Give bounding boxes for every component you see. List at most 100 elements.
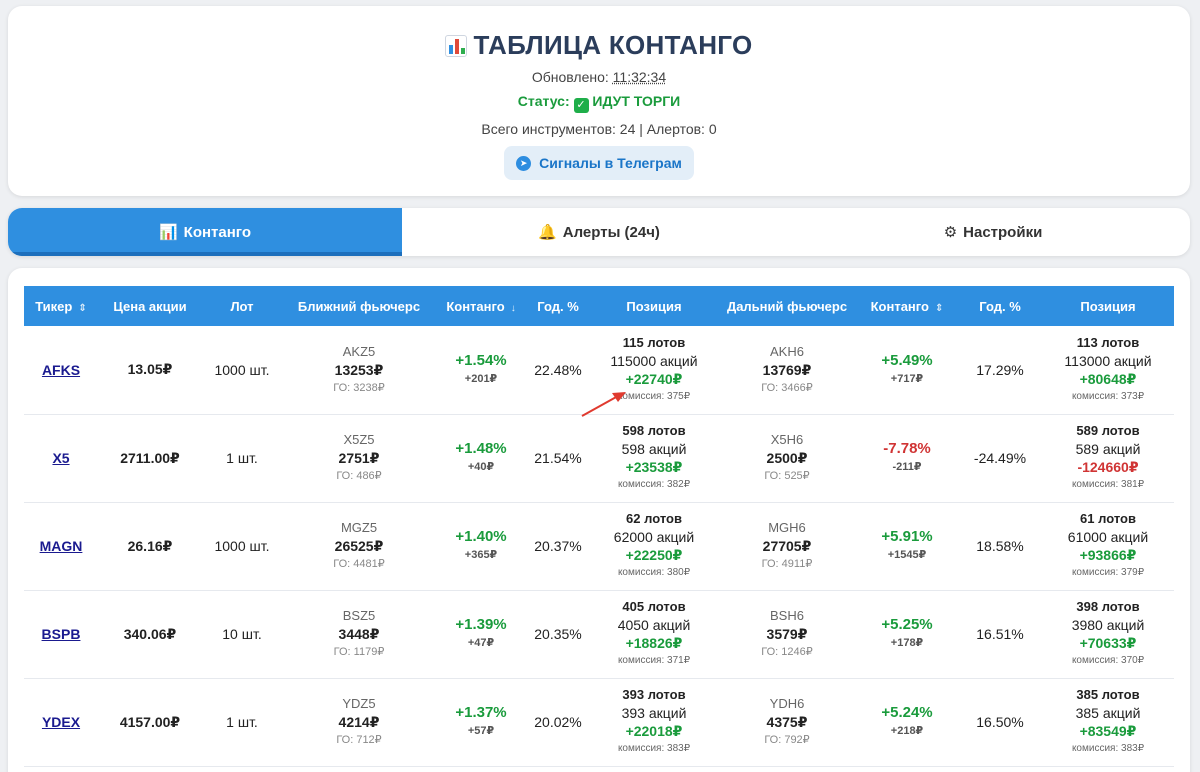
near-contango-pct: +1.37% xyxy=(455,704,507,721)
far-position-lots: 398 лотов xyxy=(1076,599,1140,614)
page-title: ТАБЛИЦА КОНТАНГО xyxy=(8,30,1190,61)
sort-desc-icon: ↓ xyxy=(510,302,516,314)
far-future-price: 13769₽ xyxy=(762,361,812,378)
status-value: ИДУТ ТОРГИ xyxy=(592,93,681,109)
far-future-cell: BSH6 3579₽ ГО: 1246₽ xyxy=(718,590,856,679)
far-position-cell: 385 лотов 385 акций +83549₽ комиссия: 38… xyxy=(1042,678,1174,767)
far-position-profit: +80648₽ xyxy=(1079,370,1137,387)
near-position-lots: 598 лотов xyxy=(622,423,686,438)
far-contango-pct: +5.91% xyxy=(881,528,933,545)
near-position-commission: комиссия: 380₽ xyxy=(617,567,691,578)
telegram-signals-button[interactable]: ➤ Сигналы в Телеграм xyxy=(504,146,694,180)
stock-price: 2711.00₽ xyxy=(98,414,202,503)
lot-size: 10 шт. xyxy=(202,590,282,679)
tab-settings[interactable]: ⚙ Настройки xyxy=(796,208,1190,256)
column-header-lot[interactable]: Лот xyxy=(202,286,282,326)
far-position-cell: 113 лотов 113000 акций +80648₽ комиссия:… xyxy=(1042,326,1174,415)
far-position-commission: комиссия: 379₽ xyxy=(1071,567,1145,578)
near-position-lots: 405 лотов xyxy=(622,599,686,614)
far-contango-abs: -211₽ xyxy=(892,461,922,473)
far-future-go: ГО: 3466₽ xyxy=(761,381,813,394)
near-contango-pct: +1.39% xyxy=(455,616,507,633)
far-position-profit: +70633₽ xyxy=(1079,635,1137,651)
ticker-link[interactable]: X5 xyxy=(52,450,69,466)
far-annual-cell: 16.51% xyxy=(958,590,1042,679)
far-future-cell: YDH6 4375₽ ГО: 792₽ xyxy=(718,678,856,767)
tab-contango[interactable]: 📊 Контанго xyxy=(8,208,402,256)
column-header-far-position[interactable]: Позиция xyxy=(1042,286,1174,326)
near-position-profit: +22740₽ xyxy=(625,370,683,387)
column-header-near-future[interactable]: Ближний фьючерс xyxy=(282,286,436,326)
near-future-code: AKZ5 xyxy=(342,343,376,359)
far-position-profit: +83549₽ xyxy=(1079,723,1137,739)
ticker-cell: AFKS xyxy=(24,326,98,415)
far-position-commission: комиссия: 381₽ xyxy=(1071,479,1145,490)
column-header-ticker[interactable]: Тикер ⇕ xyxy=(24,286,98,326)
far-position-shares: 385 акций xyxy=(1075,705,1141,721)
updated-line: Обновлено: 11:32:34 xyxy=(8,69,1190,85)
far-future-cell: AKH6 13769₽ ГО: 3466₽ xyxy=(718,326,856,415)
far-annual-cell: -24.49% xyxy=(958,414,1042,503)
near-future-cell: AKZ5 13253₽ ГО: 3238₽ xyxy=(282,326,436,415)
ticker-link[interactable]: AFKS xyxy=(42,362,80,378)
ticker-link[interactable]: MAGN xyxy=(40,538,83,554)
far-future-code: YDH6 xyxy=(769,696,805,711)
near-position-commission: комиссия: 383₽ xyxy=(617,743,691,754)
table-row: BSPB 340.06₽ 10 шт. BSZ5 3448₽ ГО: 1179₽… xyxy=(24,590,1174,679)
near-position-profit: +22250₽ xyxy=(625,547,683,563)
sort-icon: ⇕ xyxy=(78,302,87,314)
far-position-shares: 3980 акций xyxy=(1071,617,1145,633)
near-future-go: ГО: 3238₽ xyxy=(333,381,385,394)
ticker-cell: YDEX xyxy=(24,678,98,767)
far-contango-abs: +218₽ xyxy=(890,725,924,737)
contango-table-card: Тикер ⇕ Цена акции Лот Ближний фьючерс Ко… xyxy=(8,268,1190,772)
near-position-commission: комиссия: 382₽ xyxy=(617,479,691,490)
far-contango-cell: +5.24% +218₽ xyxy=(856,678,958,767)
tab-alerts[interactable]: 🔔 Алерты (24ч) xyxy=(402,208,796,256)
column-header-far-contango[interactable]: Контанго ⇕ xyxy=(856,286,958,326)
column-header-far-annual[interactable]: Год. % xyxy=(958,286,1042,326)
far-position-profit: +93866₽ xyxy=(1079,547,1137,563)
ticker-link[interactable]: BSPB xyxy=(42,626,81,642)
near-future-code: BSZ5 xyxy=(342,608,376,623)
far-position-commission: комиссия: 383₽ xyxy=(1071,743,1145,754)
near-contango-abs: +57₽ xyxy=(467,725,495,737)
near-annual-cell: 20.35% xyxy=(526,590,590,679)
far-contango-pct: +5.25% xyxy=(881,616,933,633)
far-future-code: MGH6 xyxy=(768,520,806,535)
far-contango-pct: -7.78% xyxy=(883,440,931,457)
far-position-lots: 113 лотов xyxy=(1076,334,1140,350)
far-future-price: 27705₽ xyxy=(762,538,812,554)
near-annual-cell: 20.02% xyxy=(526,678,590,767)
near-position-cell: 598 лотов 598 акций +23538₽ комиссия: 38… xyxy=(590,414,718,503)
ticker-link[interactable]: YDEX xyxy=(42,714,80,730)
updated-label: Обновлено: xyxy=(531,69,609,85)
near-position-shares: 393 акций xyxy=(621,705,687,721)
far-future-cell: X5H6 2500₽ ГО: 525₽ xyxy=(718,414,856,503)
near-future-price: 2751₽ xyxy=(338,450,380,466)
column-header-near-annual[interactable]: Год. % xyxy=(526,286,590,326)
column-header-near-position[interactable]: Позиция xyxy=(590,286,718,326)
ticker-cell: BSPB xyxy=(24,590,98,679)
column-header-near-contango[interactable]: Контанго ↓ xyxy=(436,286,526,326)
far-annual-cell: 17.29% xyxy=(958,326,1042,415)
table-row: YDEX 4157.00₽ 1 шт. YDZ5 4214₽ ГО: 712₽ … xyxy=(24,678,1174,767)
far-contango-cell: +5.25% +178₽ xyxy=(856,590,958,679)
lot-size: 1000 шт. xyxy=(202,326,282,415)
near-position-commission: комиссия: 371₽ xyxy=(617,655,691,666)
near-position-shares: 4050 акций xyxy=(617,617,691,633)
column-header-far-future[interactable]: Дальний фьючерс xyxy=(718,286,856,326)
tab-label: Настройки xyxy=(963,223,1043,241)
telegram-icon: ➤ xyxy=(516,155,532,171)
far-contango-abs: +178₽ xyxy=(890,637,924,649)
far-position-shares: 113000 акций xyxy=(1064,352,1152,369)
column-header-price[interactable]: Цена акции xyxy=(98,286,202,326)
near-future-cell: YDZ5 4214₽ ГО: 712₽ xyxy=(282,678,436,767)
page-title-text: ТАБЛИЦА КОНТАНГО xyxy=(473,30,753,60)
sort-icon: ⇕ xyxy=(934,302,944,314)
near-position-cell: 115 лотов 115000 акций +22740₽ комиссия:… xyxy=(590,326,718,415)
near-position-shares: 598 акций xyxy=(621,441,687,457)
ticker-cell: MAGN xyxy=(24,502,98,591)
table-row: MAGN 26.16₽ 1000 шт. MGZ5 26525₽ ГО: 448… xyxy=(24,502,1174,591)
lot-size: 1 шт. xyxy=(202,414,282,503)
